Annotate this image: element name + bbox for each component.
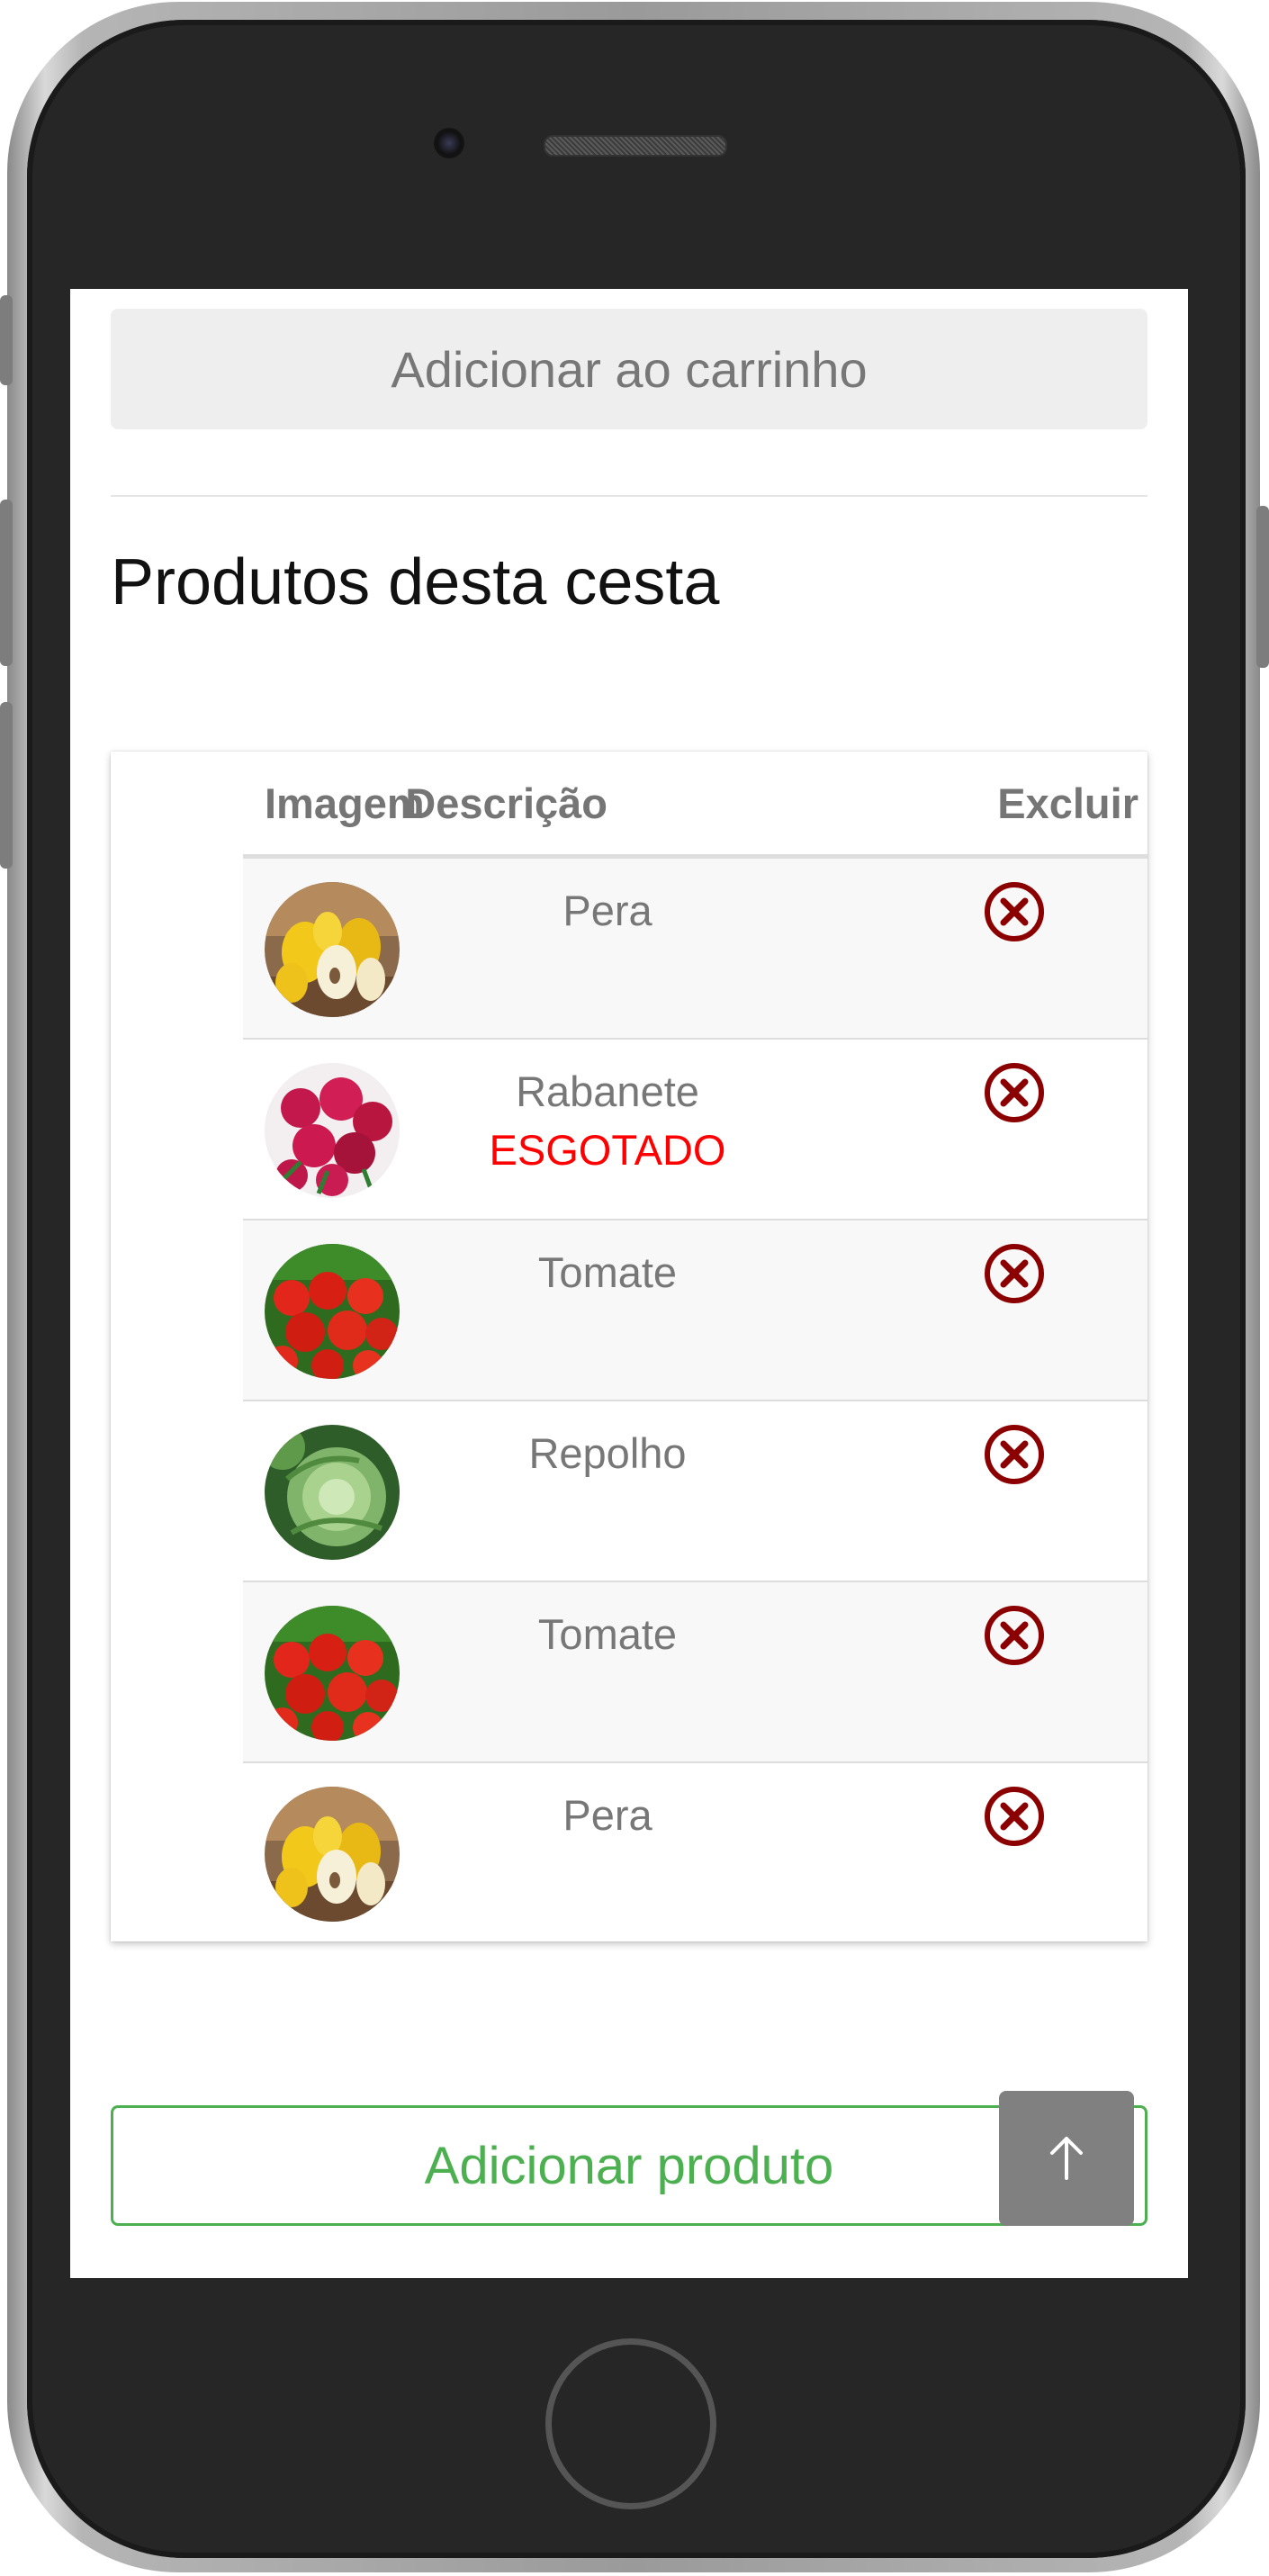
product-name: Tomate <box>537 1610 678 1658</box>
section-title: Produtos desta cesta <box>111 546 720 618</box>
product-name: Tomate <box>537 1248 678 1296</box>
delete-product-button[interactable] <box>983 1785 1046 1848</box>
product-name: Pera <box>562 887 652 934</box>
close-circle-icon <box>985 1425 1044 1484</box>
delete-product-button[interactable] <box>983 1242 1046 1305</box>
divider <box>111 495 1148 497</box>
close-circle-icon <box>985 1606 1044 1665</box>
product-image <box>265 1063 400 1198</box>
screen: Adicionar ao carrinho Produtos desta ces… <box>70 289 1188 2278</box>
table-row: Repolho <box>243 1401 1148 1582</box>
add-to-cart-button[interactable]: Adicionar ao carrinho <box>111 309 1148 429</box>
table-row: Pera <box>243 859 1148 1040</box>
column-header-description-label: Descrição <box>405 779 608 827</box>
arrow-up-icon <box>1050 2137 1083 2180</box>
product-description-text: Rabanete ESGOTADO <box>490 1067 726 1175</box>
add-product-button[interactable]: Adicionar produto <box>111 2105 1148 2226</box>
close-circle-icon <box>985 1244 1044 1303</box>
product-name: Pera <box>562 1791 652 1839</box>
products-table: Imagem Descrição Excluir Pera Rabanete ESG… <box>111 752 1148 1941</box>
close-circle-icon <box>985 1063 1044 1122</box>
product-description-text: Pera <box>562 886 652 935</box>
product-image <box>265 1606 400 1741</box>
sold-out-label: ESGOTADO <box>489 1126 726 1174</box>
close-circle-icon <box>985 882 1044 941</box>
table-row: Pera <box>243 1763 1148 1942</box>
delete-product-button[interactable] <box>983 880 1046 943</box>
product-image <box>265 1425 400 1560</box>
delete-product-button[interactable] <box>983 1061 1046 1124</box>
product-description-text: Tomate <box>538 1247 677 1297</box>
product-description-text: Pera <box>562 1790 652 1840</box>
product-image <box>265 1244 400 1379</box>
table-body: Pera Rabanete ESGOTADO Tomate Repolho Tomate P… <box>243 859 1148 1942</box>
close-circle-icon <box>985 1787 1044 1846</box>
phone-mute-switch <box>0 295 13 385</box>
phone-power-button <box>1256 506 1269 668</box>
table-header: Imagem Descrição Excluir <box>243 752 1148 859</box>
column-header-delete: Excluir <box>997 779 1138 827</box>
product-name: Rabanete <box>516 1067 699 1115</box>
delete-product-button[interactable] <box>983 1604 1046 1667</box>
phone-volume-down <box>0 702 13 869</box>
product-name: Repolho <box>528 1429 687 1477</box>
product-description-text: Tomate <box>538 1609 677 1659</box>
earpiece-speaker <box>544 135 727 157</box>
product-description-text: Repolho <box>528 1428 686 1478</box>
product-image <box>265 1787 400 1922</box>
column-header-image: Imagem <box>265 779 425 827</box>
front-camera <box>434 128 464 158</box>
phone-volume-up <box>0 500 13 666</box>
table-row: Tomate <box>243 1582 1148 1763</box>
table-row: Tomate <box>243 1220 1148 1401</box>
product-image <box>265 882 400 1017</box>
scroll-to-top-button[interactable] <box>999 2091 1134 2226</box>
table-row: Rabanete ESGOTADO <box>243 1040 1148 1220</box>
home-button[interactable] <box>545 2338 716 2509</box>
delete-product-button[interactable] <box>983 1423 1046 1486</box>
